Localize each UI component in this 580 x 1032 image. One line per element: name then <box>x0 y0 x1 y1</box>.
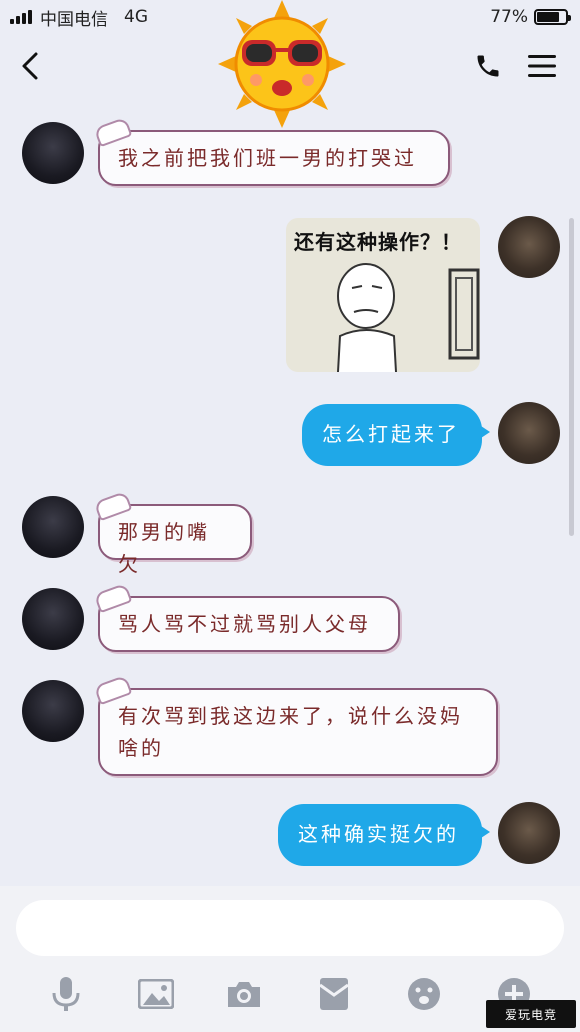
battery-fill <box>537 12 559 22</box>
message-text: 我之前把我们班一男的打哭过 <box>118 146 417 170</box>
chevron-left-icon[interactable] <box>20 51 40 81</box>
my-avatar[interactable] <box>498 216 560 278</box>
contact-avatar[interactable] <box>22 680 84 742</box>
phone-icon[interactable] <box>474 52 502 80</box>
message-text: 那男的嘴欠 <box>118 520 210 576</box>
emoji-icon[interactable] <box>404 974 444 1014</box>
incoming-message[interactable]: 我之前把我们班一男的打哭过 <box>98 130 450 186</box>
scrollbar[interactable] <box>569 218 574 536</box>
camera-icon[interactable] <box>224 974 264 1014</box>
header-actions <box>474 52 556 80</box>
red-packet-icon[interactable] <box>314 974 354 1014</box>
network-type: 4G <box>124 7 148 27</box>
carrier-name: 中国电信 <box>40 9 108 30</box>
battery-icon <box>534 9 571 25</box>
microphone-icon[interactable] <box>46 974 86 1014</box>
my-avatar[interactable] <box>498 802 560 864</box>
contact-avatar[interactable] <box>22 588 84 650</box>
my-avatar[interactable] <box>498 402 560 464</box>
watermark-logo: 爱玩电竞 <box>486 1000 576 1028</box>
incoming-message[interactable]: 骂人骂不过就骂别人父母 <box>98 596 400 652</box>
signal-strength-icon <box>10 10 32 24</box>
contact-avatar[interactable] <box>22 122 84 184</box>
status-left: 中国电信 4G <box>10 5 148 30</box>
hamburger-menu-icon[interactable] <box>528 54 556 78</box>
outgoing-message[interactable]: 怎么打起来了 <box>302 404 490 466</box>
status-right: 77% <box>490 7 571 27</box>
meme-drawing <box>337 263 480 372</box>
message-input[interactable] <box>16 900 564 956</box>
battery-percent: 77% <box>490 7 528 27</box>
chat-history[interactable]: 我之前把我们班一男的打哭过 还有这种操作？！ 怎么打起来了 那男的嘴欠 骂人骂不… <box>0 100 580 886</box>
image-icon[interactable] <box>136 974 176 1014</box>
incoming-message[interactable]: 有次骂到我这边来了，说什么没妈啥的 <box>98 688 498 776</box>
message-text: 这种确实挺欠的 <box>298 822 459 846</box>
message-text: 怎么打起来了 <box>322 422 460 446</box>
meme-image[interactable]: 还有这种操作？！ <box>286 218 480 372</box>
message-text: 骂人骂不过就骂别人父母 <box>118 612 371 636</box>
message-text: 有次骂到我这边来了，说什么没妈啥的 <box>118 704 463 760</box>
outgoing-message[interactable]: 这种确实挺欠的 <box>278 804 490 866</box>
incoming-message[interactable]: 那男的嘴欠 <box>98 504 252 576</box>
contact-avatar[interactable] <box>22 496 84 558</box>
